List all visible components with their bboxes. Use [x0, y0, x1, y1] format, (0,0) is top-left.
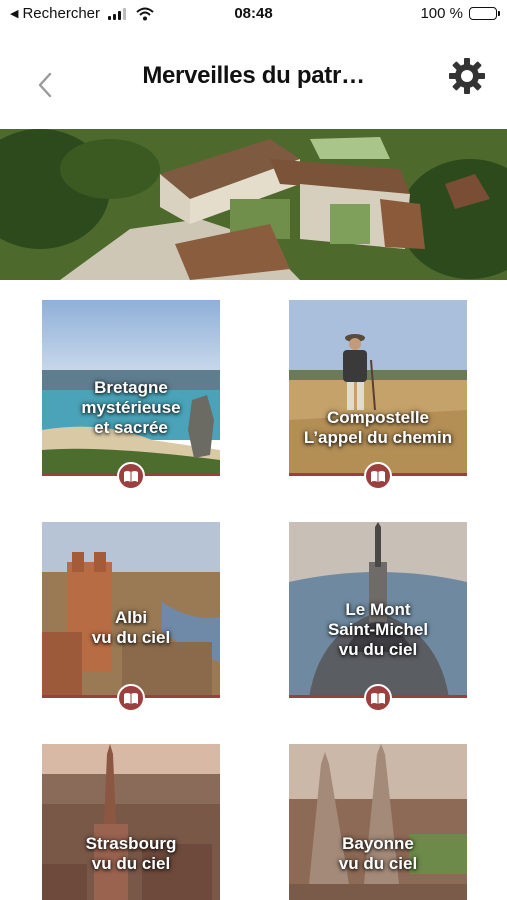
card-title: Compostelle L’appel du chemin: [303, 408, 453, 447]
navigation-bar: Merveilles du patr…: [0, 44, 507, 114]
book-icon: [364, 684, 392, 712]
abbey-aerial-photo: [0, 129, 507, 280]
card-title: Albi vu du ciel: [91, 608, 171, 647]
status-battery: 100 %: [420, 5, 500, 22]
status-bar: ◀ Rechercher 08:48 100 %: [0, 0, 507, 28]
hero-image: [0, 129, 507, 280]
gear-icon[interactable]: [447, 56, 487, 96]
card-mont-saint-michel[interactable]: Le Mont Saint-Michel vu du ciel: [289, 522, 467, 712]
card-bretagne[interactable]: Bretagne mystérieuse et sacrée: [42, 300, 220, 490]
battery-percent: 100 %: [420, 5, 463, 22]
card-image: [289, 300, 467, 476]
card-title: Bayonne vu du ciel: [338, 834, 418, 873]
card-compostelle[interactable]: Compostelle L’appel du chemin: [289, 300, 467, 490]
book-icon: [117, 462, 145, 490]
book-icon: [364, 462, 392, 490]
battery-icon: [469, 7, 500, 20]
book-icon: [117, 684, 145, 712]
card-albi[interactable]: Albi vu du ciel: [42, 522, 220, 712]
card-title: Strasbourg vu du ciel: [85, 834, 177, 873]
card-image: [42, 744, 220, 900]
card-bayonne[interactable]: Bayonne vu du ciel: [289, 744, 467, 900]
chevron-left-icon[interactable]: [30, 64, 64, 104]
card-title: Bretagne mystérieuse et sacrée: [81, 378, 181, 437]
card-strasbourg[interactable]: Strasbourg vu du ciel: [42, 744, 220, 900]
card-image: [289, 744, 467, 900]
page-title: Merveilles du patr…: [142, 62, 365, 89]
card-title: Le Mont Saint-Michel vu du ciel: [327, 600, 429, 659]
